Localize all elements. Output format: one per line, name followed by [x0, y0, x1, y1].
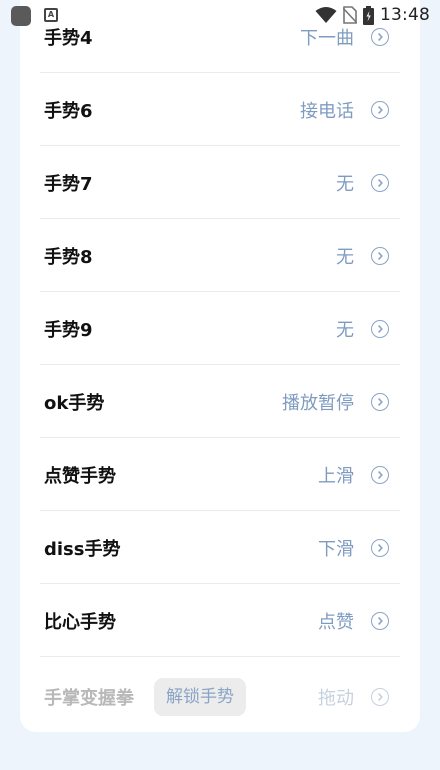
wifi-icon — [315, 6, 337, 24]
gesture-row[interactable]: 手势6 接电话 — [20, 73, 420, 146]
gesture-action-value: 接电话 — [300, 100, 354, 122]
gesture-action-value: 点赞 — [318, 611, 354, 633]
chevron-right-icon — [371, 538, 389, 557]
gesture-action-value: 上滑 — [318, 465, 354, 487]
gesture-action-value: 无 — [336, 173, 354, 195]
chevron-right-icon — [371, 611, 389, 630]
gesture-action-value: 无 — [336, 246, 354, 268]
gesture-label: 手势6 — [44, 100, 93, 122]
app-notification-icon — [11, 6, 31, 26]
row-divider — [40, 656, 400, 657]
gesture-settings-card: 手势4 下一曲 手势6 接电话 手势7 无 手势8 无 手势9 无 ok手势 播… — [20, 0, 420, 732]
battery-icon — [363, 5, 374, 25]
no-sim-icon — [343, 6, 357, 24]
chevron-right-icon — [371, 319, 389, 338]
chevron-right-icon — [371, 27, 389, 46]
gesture-row[interactable]: 比心手势 点赞 — [20, 584, 420, 657]
gesture-label: 手势8 — [44, 246, 93, 268]
gesture-row-locked[interactable]: 手掌变握拳 解锁手势 拖动 — [20, 660, 420, 732]
chevron-right-icon — [371, 465, 389, 484]
gesture-label: 手掌变握拳 — [44, 687, 134, 709]
status-bar-right: 13:48 — [315, 3, 430, 27]
gesture-label: ok手势 — [44, 392, 105, 414]
gesture-row[interactable]: diss手势 下滑 — [20, 511, 420, 584]
gesture-label: 点赞手势 — [44, 465, 116, 487]
gesture-row[interactable]: ok手势 播放暂停 — [20, 365, 420, 438]
gesture-label: 比心手势 — [44, 611, 116, 633]
chevron-right-icon — [371, 687, 389, 706]
gesture-row[interactable]: 点赞手势 上滑 — [20, 438, 420, 511]
gesture-row[interactable]: 手势8 无 — [20, 219, 420, 292]
gesture-label: 手势9 — [44, 319, 93, 341]
chevron-right-icon — [371, 100, 389, 119]
chevron-right-icon — [371, 173, 389, 192]
gesture-row[interactable]: 手势9 无 — [20, 292, 420, 365]
gesture-action-value: 下滑 — [318, 538, 354, 560]
a-notification-icon: A — [44, 8, 58, 22]
gesture-label: 手势7 — [44, 173, 93, 195]
chevron-right-icon — [371, 246, 389, 265]
gesture-label: diss手势 — [44, 538, 121, 560]
clock: 13:48 — [380, 5, 430, 25]
chevron-right-icon — [371, 392, 389, 411]
status-bar: A 13:48 — [0, 0, 440, 30]
gesture-action-value: 无 — [336, 319, 354, 341]
gesture-action-value: 播放暂停 — [282, 392, 354, 414]
gesture-action-value: 拖动 — [318, 687, 354, 709]
gesture-row[interactable]: 手势7 无 — [20, 146, 420, 219]
unlock-gesture-button[interactable]: 解锁手势 — [154, 677, 246, 716]
